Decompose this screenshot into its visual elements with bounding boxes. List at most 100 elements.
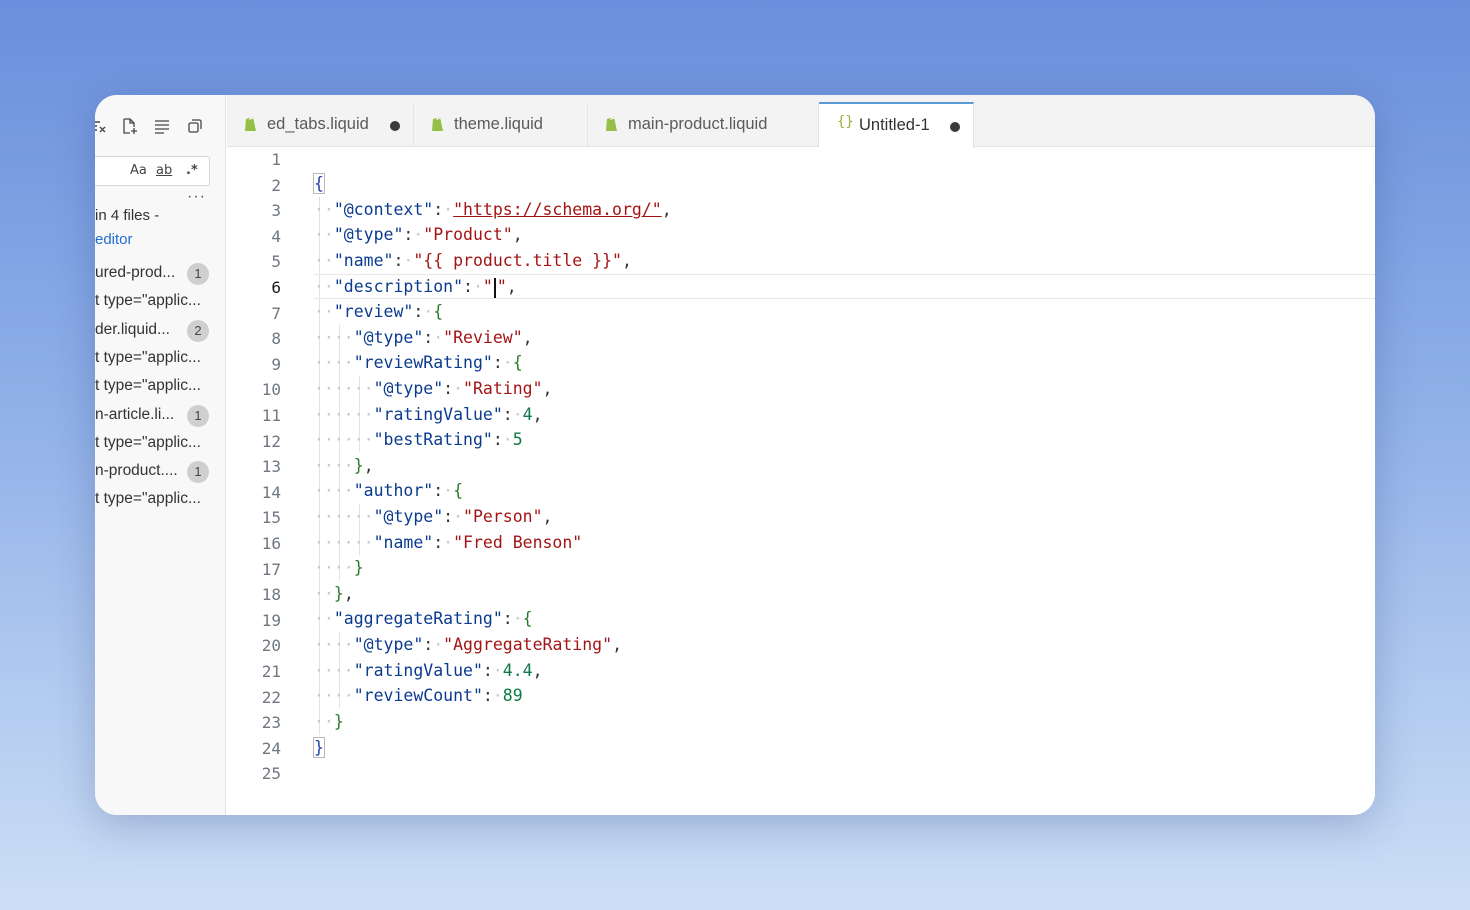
bracket-match: { <box>313 173 325 194</box>
code-line-2: { <box>313 171 325 196</box>
tab-theme-liquid[interactable]: theme.liquid <box>414 103 588 147</box>
search-toolbar <box>95 115 225 137</box>
search-result-label: t type="applic... <box>95 348 201 366</box>
shopify-liquid-icon <box>432 117 443 131</box>
line-number: 20 <box>261 636 281 656</box>
search-result-item[interactable]: n-product.... 1 <box>95 457 225 485</box>
search-result-label: t type="applic... <box>95 377 201 395</box>
line-number: 1 <box>271 150 281 169</box>
code-line-9: ····"reviewRating":·{ <box>314 353 523 372</box>
open-in-editor-icon[interactable] <box>184 115 206 137</box>
search-result-label: n-product.... <box>95 462 178 480</box>
shopify-liquid-icon <box>245 117 256 131</box>
line-number: 24 <box>261 738 281 758</box>
line-number: 22 <box>261 687 281 707</box>
regex-toggle[interactable]: .* <box>186 163 198 178</box>
search-result-label: t type="applic... <box>95 490 201 508</box>
code-editor[interactable]: 1 2 3 4 5 6 7 8 9 10 11 12 13 14 15 16 17 18 19 20 21 22 23 24 2… <box>227 148 1375 815</box>
tab-label: theme.liquid <box>454 115 543 133</box>
code-line-20: ····"@type":·"AggregateRating", <box>314 635 622 654</box>
editor-tabs: ed_tabs.liquid theme.liquid main-product… <box>227 95 1375 148</box>
code-line-16: ······"name":·"Fred Benson" <box>314 533 583 552</box>
tab-label: main-product.liquid <box>628 115 768 133</box>
line-number: 7 <box>271 303 281 323</box>
line-number-gutter: 1 2 3 4 5 6 7 8 9 10 11 12 13 14 15 16 17 18 19 20 21 22 23 24 2… <box>227 148 287 815</box>
search-sidebar: Aa ab .* ··· in 4 files - editor ured-pr… <box>95 95 226 815</box>
line-number: 25 <box>261 764 281 784</box>
line-number: 12 <box>261 431 281 451</box>
tab-label: ed_tabs.liquid <box>267 115 369 133</box>
search-result-label: t type="applic... <box>95 292 201 310</box>
match-count-badge: 1 <box>187 404 209 427</box>
line-number: 9 <box>271 354 281 374</box>
search-result-item[interactable]: der.liquid... 2 <box>95 316 225 344</box>
tab-main-product-liquid[interactable]: main-product.liquid <box>588 103 819 147</box>
code-line-24: } <box>313 735 325 760</box>
unsaved-dot-icon <box>950 122 960 132</box>
line-number: 4 <box>271 226 281 246</box>
code-line-15: ······"@type":·"Person", <box>314 507 553 526</box>
search-result-label: t type="applic... <box>95 433 201 451</box>
whole-word-toggle[interactable]: ab <box>156 163 172 178</box>
json-braces-icon: {} <box>837 114 854 130</box>
line-number: 5 <box>271 252 281 272</box>
line-number: 2 <box>271 175 281 195</box>
editor-window: Aa ab .* ··· in 4 files - editor ured-pr… <box>95 95 1375 815</box>
code-line-23: ··} <box>314 712 344 731</box>
line-number: 18 <box>261 585 281 605</box>
code-line-5: ··"name":·"{{ product.title }}", <box>314 251 632 270</box>
line-number: 17 <box>261 559 281 579</box>
line-number: 10 <box>261 380 281 400</box>
tab-ed-tabs-liquid[interactable]: ed_tabs.liquid <box>227 103 414 147</box>
schema-url-link[interactable]: "https://schema.org/" <box>453 200 662 219</box>
line-number: 14 <box>261 482 281 502</box>
line-number: 6 <box>271 278 281 297</box>
line-number: 23 <box>261 713 281 733</box>
text-cursor <box>493 277 496 298</box>
search-result-item[interactable]: t type="applic... <box>95 344 225 372</box>
line-number: 16 <box>261 534 281 553</box>
line-number: 8 <box>271 329 281 349</box>
search-result-item[interactable]: t type="applic... <box>95 372 225 400</box>
match-count-badge: 1 <box>187 263 209 285</box>
new-search-editor-icon[interactable] <box>118 115 140 137</box>
more-actions-icon[interactable]: ··· <box>187 188 206 206</box>
code-line-21: ····"ratingValue":·4.4, <box>314 661 543 680</box>
line-number: 19 <box>261 610 281 630</box>
code-line-19: ··"aggregateRating":·{ <box>314 609 533 628</box>
search-result-item[interactable]: t type="applic... <box>95 287 225 315</box>
results-summary: in 4 files - <box>95 207 160 224</box>
match-case-toggle[interactable]: Aa <box>130 163 147 178</box>
code-line-22: ····"reviewCount":·89 <box>314 686 523 705</box>
code-line-14: ····"author":·{ <box>314 481 464 500</box>
code-line-3: ··"@context":·"https://schema.org/", <box>314 200 672 219</box>
search-result-item[interactable]: ured-prod... 1 <box>95 259 225 287</box>
search-input[interactable]: Aa ab .* <box>95 156 210 186</box>
match-count-badge: 1 <box>187 461 209 484</box>
clear-results-icon[interactable] <box>95 115 109 137</box>
open-in-editor-link[interactable]: editor <box>95 231 133 248</box>
bracket-match: } <box>313 737 325 758</box>
search-result-item[interactable]: t type="applic... <box>95 485 225 513</box>
tab-untitled-1[interactable]: {} Untitled-1 <box>819 102 974 148</box>
code-line-17: ····} <box>314 558 364 577</box>
tab-label: Untitled-1 <box>859 116 930 134</box>
code-line-8: ····"@type":·"Review", <box>314 328 533 347</box>
match-count-badge: 2 <box>187 319 209 342</box>
code-line-18: ··}, <box>314 584 354 603</box>
line-number: 11 <box>261 406 281 425</box>
collapse-all-icon[interactable] <box>151 115 173 137</box>
code-line-13: ····}, <box>314 456 374 475</box>
line-number: 15 <box>261 508 281 528</box>
search-result-item[interactable]: t type="applic... <box>95 429 225 457</box>
line-number: 21 <box>261 662 281 681</box>
search-result-label: der.liquid... <box>95 320 170 338</box>
search-result-label: ured-prod... <box>95 264 176 281</box>
line-number: 13 <box>261 457 281 477</box>
code-line-6: ··"description":·" ", <box>314 277 517 298</box>
code-line-10: ······"@type":·"Rating", <box>314 379 553 398</box>
search-result-item[interactable]: n-article.li... 1 <box>95 401 225 429</box>
code-line-4: ··"@type":·"Product", <box>314 225 523 244</box>
search-result-label: n-article.li... <box>95 405 175 423</box>
shopify-liquid-icon <box>606 117 617 131</box>
